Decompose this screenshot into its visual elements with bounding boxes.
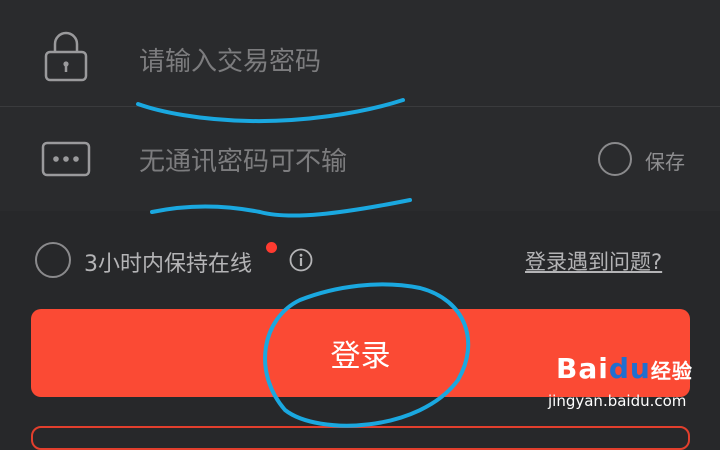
- baidu-logo: Baidu经验: [556, 352, 693, 385]
- baidu-watermark: Baidu经验 jingyan.baidu.com: [548, 352, 708, 416]
- login-help-link[interactable]: 登录遇到问题?: [525, 246, 662, 276]
- trade-password-input[interactable]: [137, 38, 541, 86]
- notification-dot: [266, 242, 277, 253]
- lock-icon: [44, 31, 88, 82]
- keep-online-radio[interactable]: [35, 242, 71, 278]
- comm-password-row: 保存: [0, 107, 720, 211]
- password-row: [0, 0, 720, 107]
- comm-password-input[interactable]: [137, 138, 541, 186]
- info-icon[interactable]: [289, 248, 313, 272]
- watermark-url: jingyan.baidu.com: [548, 392, 687, 410]
- secondary-button-edge[interactable]: [31, 426, 690, 450]
- save-label: 保存: [645, 150, 685, 174]
- keep-online-label: 3小时内保持在线: [84, 252, 252, 277]
- save-radio[interactable]: [598, 142, 632, 176]
- dots-icon: [41, 141, 91, 177]
